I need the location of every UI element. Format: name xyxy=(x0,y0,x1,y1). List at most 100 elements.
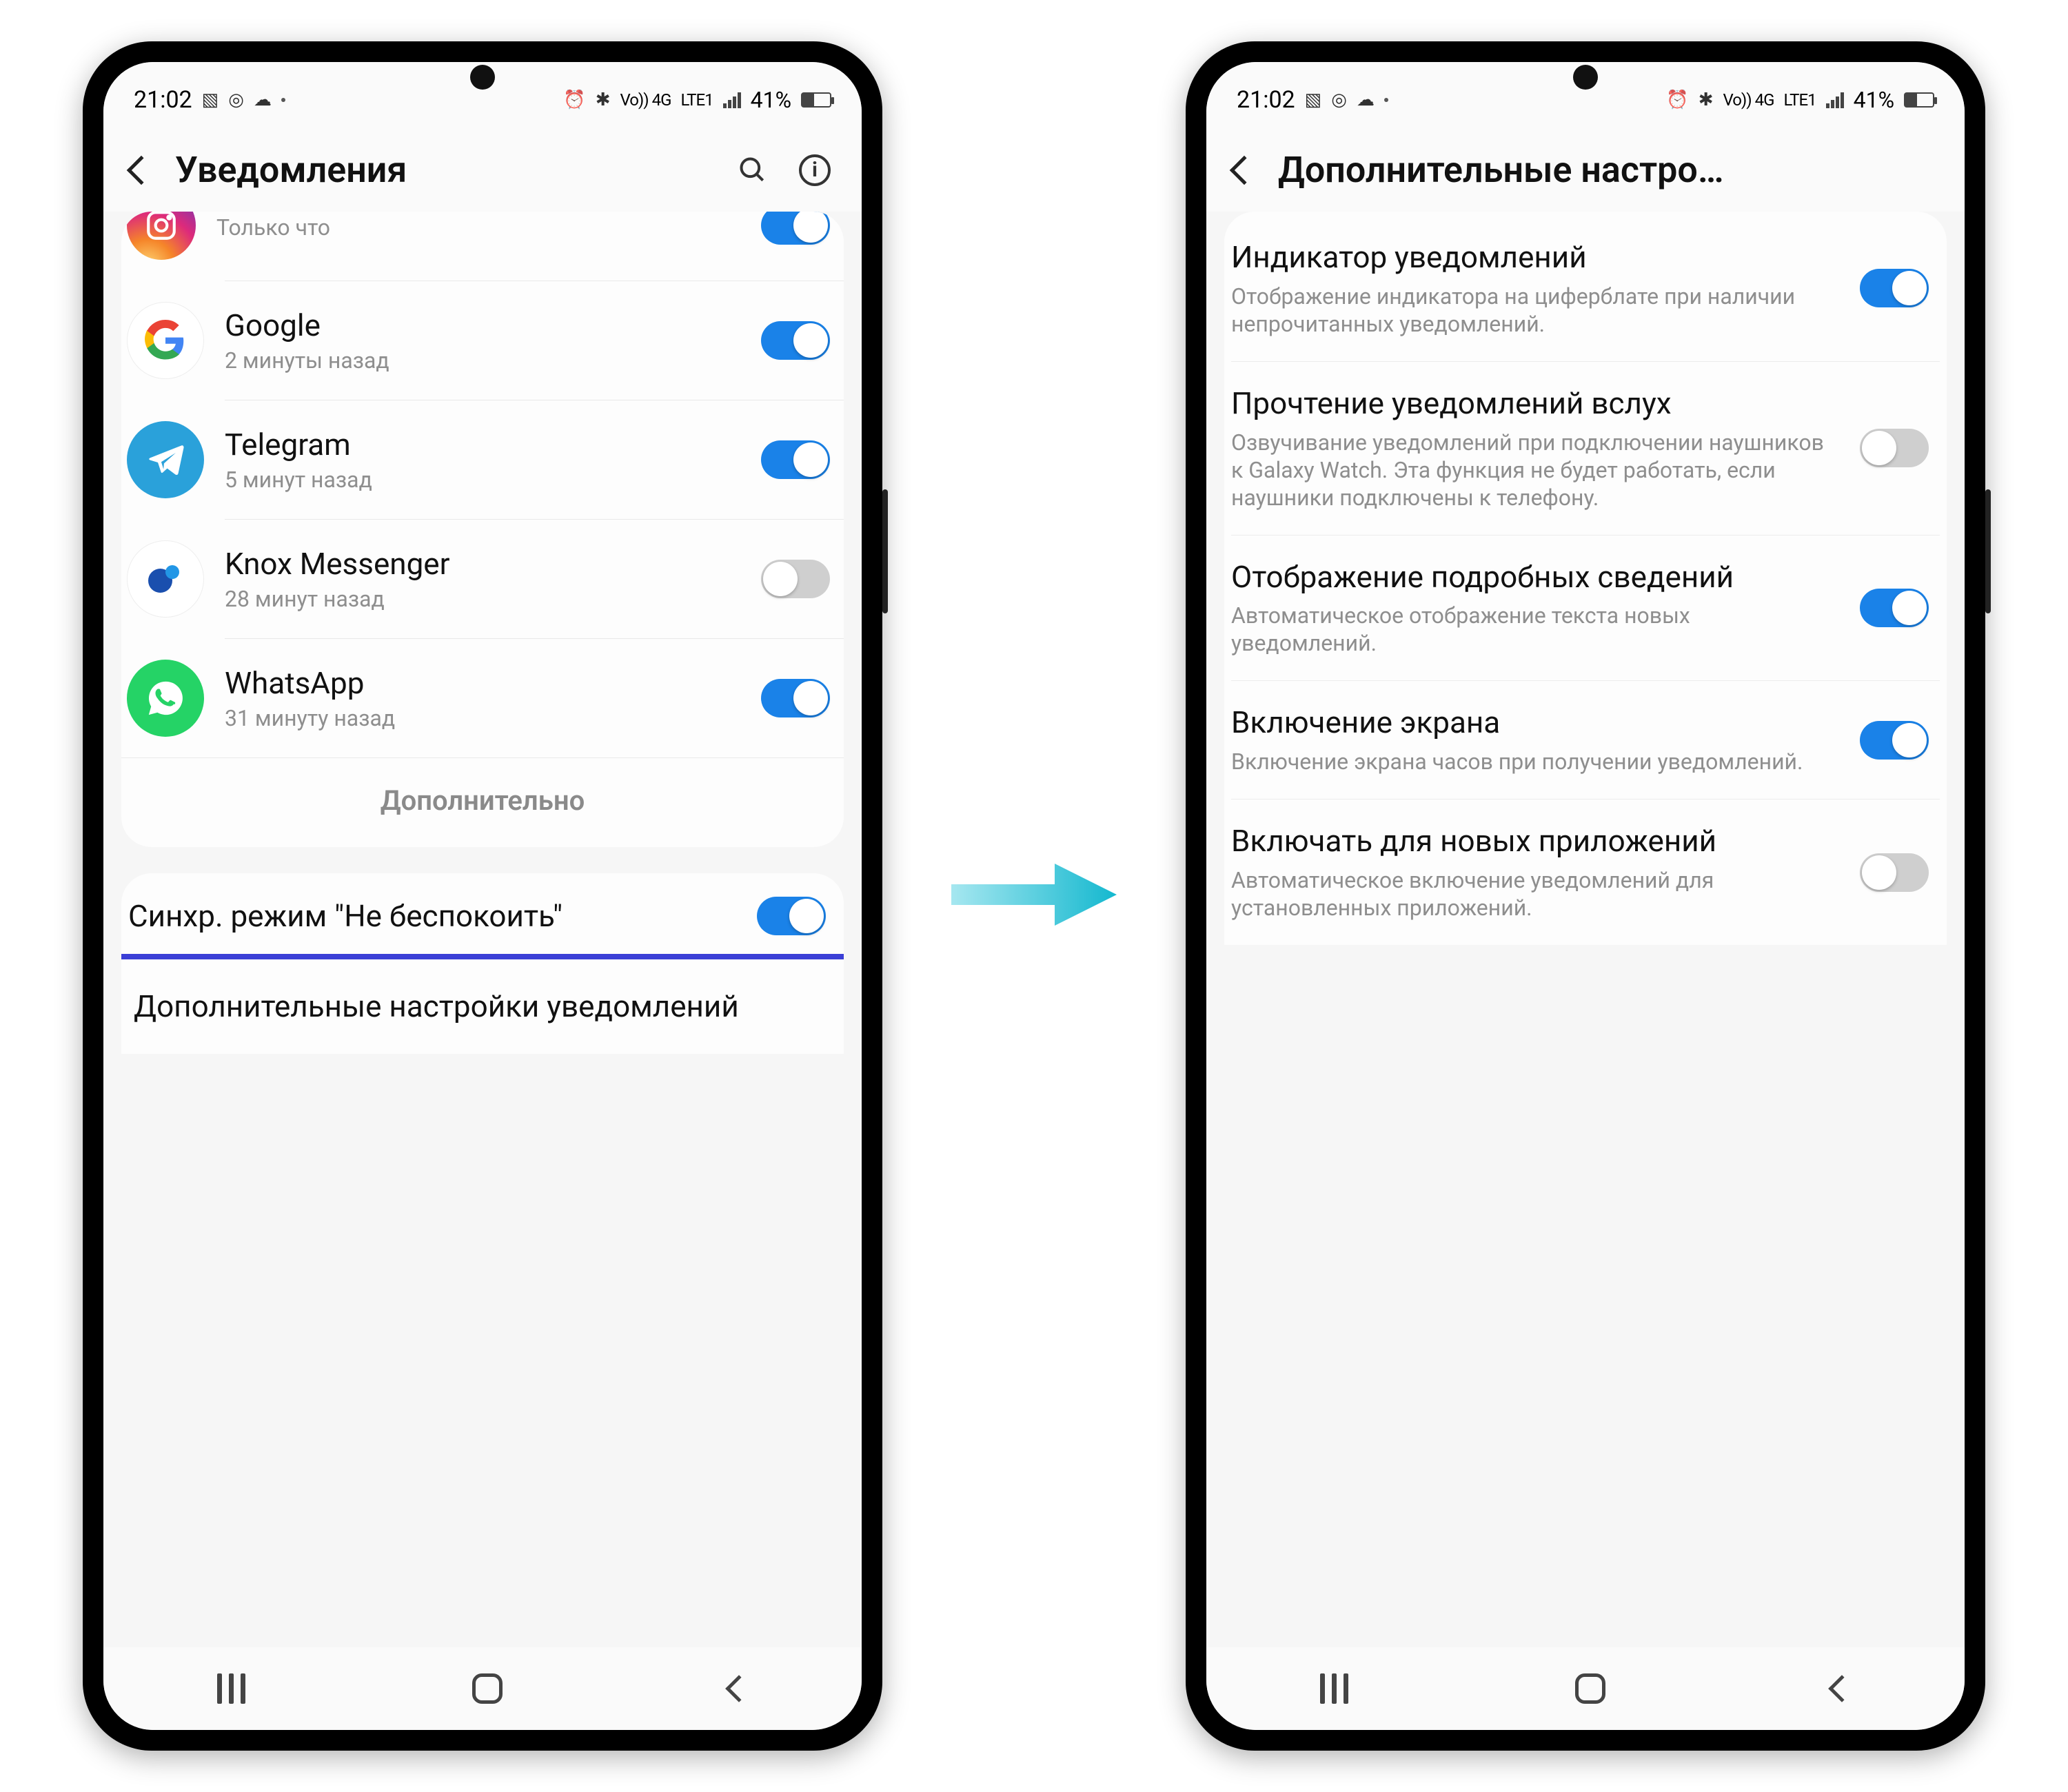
content-area: Только что Google 2 минуты назад xyxy=(103,212,862,1647)
content-area: Индикатор уведомлений Отображение индика… xyxy=(1206,212,1965,1647)
setting-desc: Автоматическое включение уведомлений для… xyxy=(1231,866,1839,922)
cloud-icon: ☁ xyxy=(254,90,272,110)
toggle-telegram[interactable] xyxy=(761,440,830,479)
instagram-icon xyxy=(127,212,196,260)
bluetooth-icon: ✱ xyxy=(596,90,611,110)
phone-right: 21:02 ▧ ◎ ☁ ⏰ ✱ Vo)) 4G LTE1 41% Дополни… xyxy=(1186,41,1985,1751)
nav-bar xyxy=(103,1647,862,1730)
highlight-advanced: Дополнительные настройки уведомлений xyxy=(121,954,844,1054)
page-title: Дополнительные настро… xyxy=(1278,149,1937,191)
whatsapp-icon xyxy=(127,660,204,737)
settings-card: Синхр. режим "Не беспокоить" Дополнитель… xyxy=(121,873,844,1054)
nav-bar xyxy=(1206,1647,1965,1730)
image-icon: ▧ xyxy=(1305,90,1322,110)
transition-arrow xyxy=(951,853,1117,939)
app-row-telegram[interactable]: Telegram 5 минут назад xyxy=(121,400,844,519)
camera-status-icon: ◎ xyxy=(1331,90,1347,110)
app-row-knox[interactable]: Knox Messenger 28 минут назад xyxy=(121,520,844,638)
knox-icon xyxy=(127,540,204,618)
camera-status-icon: ◎ xyxy=(228,90,244,110)
search-icon xyxy=(738,155,768,185)
page-title: Уведомления xyxy=(175,149,710,191)
front-camera xyxy=(470,65,495,90)
app-row-whatsapp[interactable]: WhatsApp 31 минуту назад xyxy=(121,639,844,757)
battery-icon xyxy=(1904,92,1934,108)
more-button[interactable]: Дополнительно xyxy=(121,758,844,847)
nav-recents[interactable] xyxy=(217,1673,245,1704)
battery-pct: 41% xyxy=(1854,87,1894,113)
row-screen-on[interactable]: Включение экрана Включение экрана часов … xyxy=(1224,681,1947,799)
nav-recents[interactable] xyxy=(1320,1673,1348,1704)
battery-icon xyxy=(801,92,831,108)
toggle-whatsapp[interactable] xyxy=(761,679,830,717)
row-details[interactable]: Отображение подробных сведений Автоматич… xyxy=(1224,536,1947,681)
search-button[interactable] xyxy=(733,151,772,190)
app-name: Telegram xyxy=(225,427,740,462)
status-time: 21:02 xyxy=(1237,86,1295,114)
setting-desc: Автоматическое отображение текста новых … xyxy=(1231,602,1839,657)
alarm-icon: ⏰ xyxy=(1666,90,1688,110)
status-dot xyxy=(1384,98,1388,102)
row-read-aloud[interactable]: Прочтение уведомлений вслух Озвучивание … xyxy=(1224,362,1947,535)
back-icon[interactable] xyxy=(127,155,156,184)
nav-back[interactable] xyxy=(1828,1675,1856,1702)
toggle-screen-on[interactable] xyxy=(1860,721,1929,760)
setting-desc: Включение экрана часов при получении уве… xyxy=(1231,748,1839,775)
setting-title: Прочтение уведомлений вслух xyxy=(1231,385,1839,422)
toggle-new-apps[interactable] xyxy=(1860,853,1929,892)
screen-left: 21:02 ▧ ◎ ☁ ⏰ ✱ Vo)) 4G LTE1 41% Уведомл… xyxy=(103,62,862,1730)
info-button[interactable]: i xyxy=(795,151,834,190)
setting-desc: Озвучивание уведомлений при подключении … xyxy=(1231,429,1839,511)
row-new-apps[interactable]: Включать для новых приложений Автоматиче… xyxy=(1224,800,1947,945)
app-subtitle: 5 минут назад xyxy=(225,467,740,493)
page-header: Дополнительные настро… xyxy=(1206,131,1965,212)
nav-home[interactable] xyxy=(472,1673,503,1704)
cloud-icon: ☁ xyxy=(1357,90,1375,110)
dnd-sync-row[interactable]: Синхр. режим "Не беспокоить" xyxy=(121,873,844,959)
page-header: Уведомления i xyxy=(103,131,862,212)
volte-label: Vo)) 4G xyxy=(1723,90,1774,110)
advanced-settings-row[interactable]: Дополнительные настройки уведомлений xyxy=(127,965,838,1048)
bluetooth-icon: ✱ xyxy=(1699,90,1714,110)
status-dot xyxy=(281,98,285,102)
toggle-instagram[interactable] xyxy=(761,212,830,245)
image-icon: ▧ xyxy=(202,90,219,110)
advanced-card: Индикатор уведомлений Отображение индика… xyxy=(1224,212,1947,945)
dnd-sync-label: Синхр. режим "Не беспокоить" xyxy=(128,898,736,935)
setting-title: Включать для новых приложений xyxy=(1231,823,1839,859)
toggle-details[interactable] xyxy=(1860,589,1929,627)
app-subtitle: Только что xyxy=(216,214,740,241)
toggle-indicator[interactable] xyxy=(1860,269,1929,307)
toggle-read-aloud[interactable] xyxy=(1860,429,1929,467)
alarm-icon: ⏰ xyxy=(563,90,585,110)
screen-right: 21:02 ▧ ◎ ☁ ⏰ ✱ Vo)) 4G LTE1 41% Дополни… xyxy=(1206,62,1965,1730)
setting-title: Включение экрана xyxy=(1231,704,1839,741)
setting-title: Отображение подробных сведений xyxy=(1231,559,1839,595)
telegram-icon xyxy=(127,421,204,498)
signal-icon xyxy=(723,92,741,108)
app-row-google[interactable]: Google 2 минуты назад xyxy=(121,281,844,400)
back-icon[interactable] xyxy=(1230,155,1259,184)
battery-pct: 41% xyxy=(751,87,791,113)
app-subtitle: 28 минут назад xyxy=(225,586,740,612)
lte-label: LTE1 xyxy=(1783,90,1816,110)
app-name: Knox Messenger xyxy=(225,546,740,582)
nav-back[interactable] xyxy=(725,1675,753,1702)
info-icon: i xyxy=(799,154,831,186)
toggle-dnd-sync[interactable] xyxy=(757,897,826,935)
phone-left: 21:02 ▧ ◎ ☁ ⏰ ✱ Vo)) 4G LTE1 41% Уведомл… xyxy=(83,41,882,1751)
app-row-instagram[interactable]: Только что xyxy=(121,212,844,281)
setting-desc: Отображение индикатора на циферблате при… xyxy=(1231,283,1839,338)
signal-icon xyxy=(1826,92,1844,108)
lte-label: LTE1 xyxy=(680,90,713,110)
app-name: WhatsApp xyxy=(225,665,740,701)
setting-title: Индикатор уведомлений xyxy=(1231,239,1839,276)
google-icon xyxy=(127,302,204,379)
app-subtitle: 31 минуту назад xyxy=(225,705,740,731)
toggle-knox[interactable] xyxy=(761,560,830,598)
nav-home[interactable] xyxy=(1575,1673,1605,1704)
apps-card: Только что Google 2 минуты назад xyxy=(121,212,844,847)
toggle-google[interactable] xyxy=(761,321,830,360)
status-time: 21:02 xyxy=(134,86,192,114)
row-indicator[interactable]: Индикатор уведомлений Отображение индика… xyxy=(1224,216,1947,361)
